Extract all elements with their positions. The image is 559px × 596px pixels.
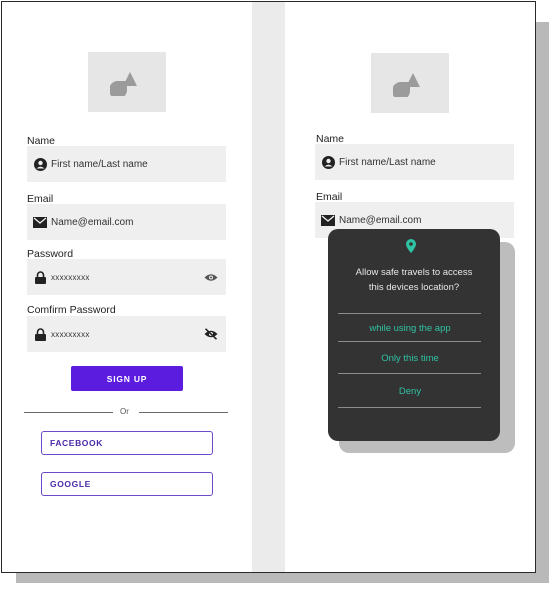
dialog-message-line2: this devices location? [368,282,460,293]
or-text: Or [120,407,129,416]
app-logo [88,52,166,112]
dialog-divider [338,373,481,374]
confirm-password-field[interactable]: xxxxxxxxx [27,316,226,352]
eye-off-icon[interactable] [204,327,218,341]
signup-button[interactable]: SIGN UP [71,366,183,391]
lock-icon [33,327,47,341]
facebook-button[interactable]: FACEBOOK [41,431,213,455]
dialog-message-line1: Allow safe travels to access [355,267,473,278]
password-field[interactable]: xxxxxxxxx [27,259,226,295]
name-placeholder: First name/Last name [339,156,436,168]
mail-icon [33,215,47,229]
app-logo [371,53,449,113]
logo-shapes-icon [393,73,420,97]
email-placeholder: Name@email.com [339,214,422,226]
account-circle-icon [33,157,47,171]
location-pin-icon [404,239,418,255]
allow-while-using-option[interactable]: while using the app [328,323,492,334]
confirm-password-value: xxxxxxxxx [51,329,90,339]
name-field[interactable]: First name/Last name [27,146,226,182]
dialog-divider [338,313,481,314]
account-circle-icon [321,155,335,169]
logo-shapes-icon [110,72,137,96]
location-permission-dialog: Allow safe travels to access this device… [328,229,500,441]
signup-screen: Name First name/Last name Email Name@ema… [2,2,251,572]
dialog-divider [338,341,481,342]
dialog-divider [338,407,481,408]
screen-separator [252,2,285,572]
name-field[interactable]: First name/Last name [315,144,514,180]
mockup-frame: Name First name/Last name Email Name@ema… [1,1,536,573]
divider-right [139,412,228,413]
divider-left [24,412,113,413]
email-placeholder: Name@email.com [51,216,134,228]
lock-icon [33,270,47,284]
password-value: xxxxxxxxx [51,272,90,282]
name-placeholder: First name/Last name [51,158,148,170]
only-this-time-option[interactable]: Only this time [328,353,492,364]
eye-icon[interactable] [204,270,218,284]
email-field[interactable]: Name@email.com [27,204,226,240]
google-button[interactable]: GOOGLE [41,472,213,496]
confirm-password-label: Comfirm Password [27,304,116,316]
dialog-message: Allow safe travels to access this device… [328,265,500,295]
deny-option[interactable]: Deny [328,386,492,397]
mail-icon [321,213,335,227]
